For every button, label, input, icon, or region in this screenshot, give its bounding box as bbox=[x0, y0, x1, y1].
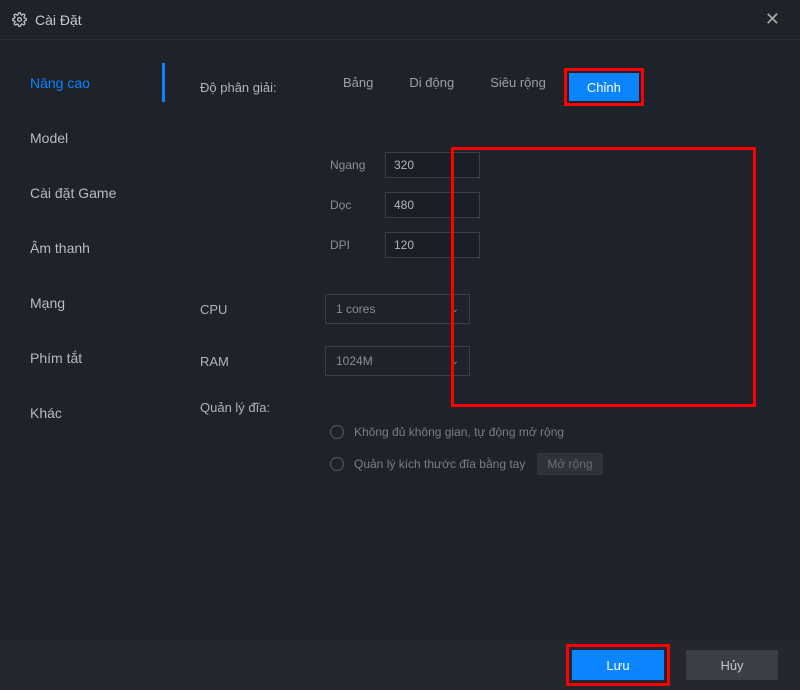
sidebar-item-game-settings[interactable]: Cài đặt Game bbox=[0, 165, 165, 220]
disk-option-auto[interactable]: Không đủ không gian, tự động mở rộng bbox=[200, 425, 770, 439]
dpi-label: DPI bbox=[330, 238, 385, 252]
disk-label: Quản lý đĩa: bbox=[200, 400, 325, 415]
tab-ultrawide[interactable]: Siêu rộng bbox=[472, 68, 564, 96]
width-label: Ngang bbox=[330, 158, 385, 172]
width-input[interactable] bbox=[385, 152, 480, 178]
sidebar-item-model[interactable]: Model bbox=[0, 110, 165, 165]
chevron-down-icon: ⌄ bbox=[451, 356, 459, 367]
window-title: Cài Đặt bbox=[35, 12, 82, 28]
cpu-select[interactable]: 1 cores ⌄ bbox=[325, 294, 470, 324]
sidebar-item-other[interactable]: Khác bbox=[0, 385, 165, 440]
main-panel: Độ phân giải: Bảng Di động Siêu rộng Chỉ… bbox=[165, 40, 800, 640]
radio-icon bbox=[330, 425, 344, 439]
tab-custom[interactable]: Chỉnh bbox=[569, 73, 639, 101]
footer: Lưu Hủy bbox=[0, 640, 800, 690]
tab-mobile[interactable]: Di động bbox=[391, 68, 472, 96]
extend-button[interactable]: Mở rộng bbox=[537, 453, 602, 475]
ram-label: RAM bbox=[200, 354, 325, 369]
cancel-button[interactable]: Hủy bbox=[686, 650, 778, 680]
disk-option-manual[interactable]: Quản lý kích thước đĩa bằng tay Mở rộng bbox=[200, 453, 770, 475]
tab-tablet[interactable]: Bảng bbox=[325, 68, 391, 96]
sidebar-item-network[interactable]: Mạng bbox=[0, 275, 165, 330]
titlebar: Cài Đặt ✕ bbox=[0, 0, 800, 40]
sidebar-item-shortcuts[interactable]: Phím tắt bbox=[0, 330, 165, 385]
resolution-label: Độ phân giải: bbox=[200, 80, 325, 95]
radio-icon bbox=[330, 457, 344, 471]
sidebar-item-advanced[interactable]: Nâng cao bbox=[0, 55, 165, 110]
save-button[interactable]: Lưu bbox=[572, 650, 664, 680]
highlight-tab: Chỉnh bbox=[564, 68, 644, 106]
height-input[interactable] bbox=[385, 192, 480, 218]
highlight-save: Lưu bbox=[566, 644, 670, 686]
gear-icon bbox=[12, 12, 27, 27]
height-label: Dọc bbox=[330, 198, 385, 212]
chevron-down-icon: ⌄ bbox=[451, 304, 459, 315]
resolution-tabs: Bảng Di động Siêu rộng Chỉnh bbox=[325, 68, 644, 106]
sidebar: Nâng cao Model Cài đặt Game Âm thanh Mạn… bbox=[0, 40, 165, 640]
dpi-input[interactable] bbox=[385, 232, 480, 258]
cpu-label: CPU bbox=[200, 302, 325, 317]
close-icon[interactable]: ✕ bbox=[757, 5, 788, 34]
sidebar-item-sound[interactable]: Âm thanh bbox=[0, 220, 165, 275]
ram-select[interactable]: 1024M ⌄ bbox=[325, 346, 470, 376]
